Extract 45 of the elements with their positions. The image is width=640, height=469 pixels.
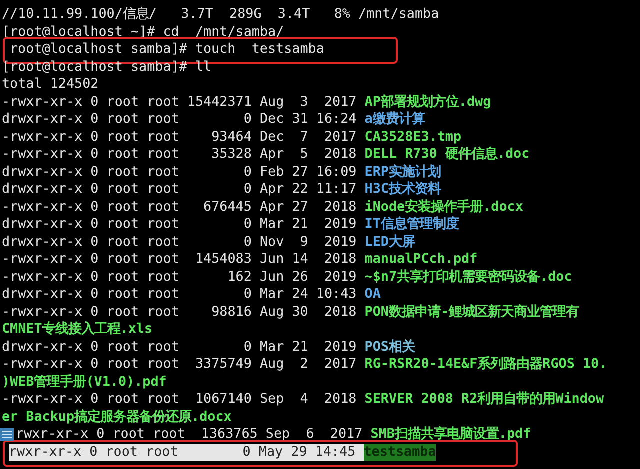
file-details: -rwxr-xr-x 0 root root 162 Jun 26 2019	[2, 268, 358, 286]
file-name: RG-RSR20-14E&F系列路由器RGOS 10.	[364, 356, 608, 374]
file-details: drwxr-xr-x 0 root root 0 Mar 21 2019	[2, 216, 358, 234]
file-details: drwxr-xr-x 0 root root 0 Apr 22 11:17	[2, 181, 358, 198]
file-details: -rwxr-xr-x 0 root root 98816 Aug 30 2018	[2, 304, 358, 321]
file-name: OA	[364, 286, 381, 304]
file-name: SMB扫描共享电脑设置.pdf	[370, 426, 532, 444]
file-details: -rwxr-xr-x 0 root root 676445 Apr 27 2018	[2, 198, 358, 216]
file-name: manualPCch.pdf	[364, 251, 478, 268]
file-details: drwxr-xr-x 0 root root 0 Mar 21 2019	[2, 338, 358, 356]
list-icon[interactable]	[0, 428, 14, 441]
output-line: //10.11.99.100/信息/ 3.7T 289G 3.4T 8% /mnt/samba	[2, 6, 440, 24]
file-name: )WEB管理手册(V1.0).pdf	[2, 374, 167, 391]
file-details: drwxr-xr-x 0 root root 0 Nov 9 2019	[2, 234, 358, 251]
file-name: ~$n7共享打印机需要密码设备.doc	[364, 268, 572, 286]
command-line: [root@localhost ~]# cd /mnt/samba/	[2, 24, 284, 41]
file-name: er Backup搞定服务器备份还原.docx	[2, 408, 232, 426]
file-details: -rwxr-xr-x 0 root root 1067140 Sep 4 2018	[2, 391, 358, 408]
file-name: DELL R730 硬件信息.doc	[364, 146, 530, 164]
command-line: root@localhost samba]# touch testsamba	[10, 41, 324, 58]
file-name: POS相关	[364, 338, 415, 356]
file-name: PON数据申请-鲤城区新天商业管理有	[364, 304, 580, 321]
file-details: -rwxr-xr-x 0 root root 15442371 Aug 3 2017	[2, 94, 358, 111]
file-name: CMNET专线接入工程.xls	[2, 321, 153, 338]
file-name: IT信息管理制度	[364, 216, 459, 234]
file-name: ERP实施计划	[364, 164, 441, 181]
file-name: iNode安装操作手册.docx	[364, 198, 524, 216]
file-name: LED大屏	[364, 234, 415, 251]
file-details: drwxr-xr-x 0 root root 0 Dec 31 16:24	[2, 111, 358, 128]
file-details: -rwxr-xr-x 0 root root 3375749 Aug 2 2017	[2, 356, 358, 374]
output-line: total 124502	[2, 76, 99, 94]
file-details: -rwxr-xr-x 0 root root 35328 Apr 5 2018	[2, 146, 358, 164]
file-details: -rwxr-xr-x 0 root root 1454083 Jun 14 2018	[2, 251, 358, 268]
file-name: a缴费计算	[364, 111, 425, 128]
file-name: SERVER 2008 R2利用自带的用Window	[364, 391, 604, 408]
file-name: CA3528E3.tmp	[364, 128, 462, 146]
file-details: drwxr-xr-x 0 root root 0 Feb 27 16:09	[2, 164, 358, 181]
file-name: testsamba	[364, 444, 436, 461]
file-details: -rwxr-xr-x 0 root root 93464 Dec 7 2017	[2, 128, 358, 146]
command-line: [root@localhost samba]# ll	[2, 58, 212, 76]
file-details: rwxr-xr-x 0 root root 1363765 Sep 6 2017	[16, 426, 364, 444]
file-name: AP部署规划方位.dwg	[364, 94, 492, 111]
file-details: rwxr-xr-x 0 root root 0 May 29 14:45	[9, 444, 364, 461]
file-name: H3C技术资料	[364, 181, 441, 198]
file-details: drwxr-xr-x 0 root root 0 Mar 24 10:43	[2, 286, 358, 304]
